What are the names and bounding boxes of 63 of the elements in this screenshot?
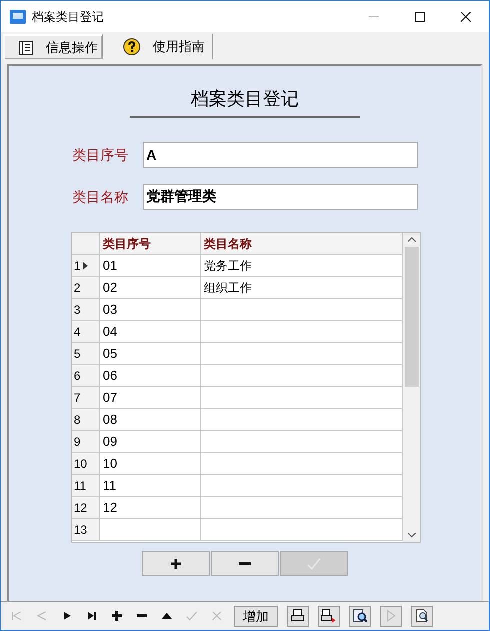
input-field[interactable]: A — [142, 142, 418, 168]
add-button[interactable]: 增加 — [234, 606, 278, 626]
toolbar-button[interactable] — [411, 606, 433, 626]
table-cell: 11 — [100, 475, 201, 496]
plus-icon — [171, 558, 181, 568]
form-heading: 档案类目登记 — [130, 86, 360, 118]
minus-icon — [239, 562, 251, 566]
column-header[interactable]: 类目名称 — [201, 233, 403, 254]
page-search-icon — [415, 609, 429, 623]
row-header[interactable]: 12 — [72, 497, 100, 518]
input-field[interactable]: 党群管理类 — [142, 184, 418, 210]
table-cell: 09 — [100, 431, 201, 452]
row-header[interactable]: 8 — [72, 409, 100, 430]
table-cell: 01 — [100, 255, 201, 276]
row-header[interactable]: 1 — [72, 255, 100, 276]
remove-row-button[interactable] — [211, 551, 279, 576]
row-header[interactable]: 9 — [72, 431, 100, 452]
row-header[interactable]: 7 — [72, 387, 100, 408]
table-cell: 03 — [100, 299, 201, 320]
app-icon — [10, 8, 26, 24]
scroll-up-icon — [408, 237, 416, 242]
row-header[interactable]: 10 — [72, 453, 100, 474]
row-header[interactable]: 6 — [72, 365, 100, 386]
row-header[interactable]: 11 — [72, 475, 100, 496]
checkmark-icon — [307, 558, 321, 570]
toolbar-button[interactable] — [349, 606, 371, 626]
column-header[interactable]: 类目序号 — [100, 233, 201, 254]
tab[interactable]: 使用指南 — [103, 34, 213, 59]
row-header[interactable]: 4 — [72, 321, 100, 342]
row-header[interactable]: 2 — [72, 277, 100, 298]
table-cell: 02 — [100, 277, 201, 298]
add-row-button[interactable] — [142, 551, 210, 576]
first-record-icon — [10, 609, 24, 623]
table-cell: 05 — [100, 343, 201, 364]
checkmark-icon — [185, 609, 199, 623]
window-title: 档案类目登记 — [32, 8, 104, 26]
book-icon — [18, 40, 34, 56]
toolbar-button[interactable] — [318, 606, 340, 626]
row-header[interactable]: 3 — [72, 299, 100, 320]
scroll-down-icon — [408, 533, 416, 538]
row-header[interactable]: 5 — [72, 343, 100, 364]
printer-icon — [291, 609, 305, 623]
field-label: 类目名称 — [72, 188, 130, 206]
printer-arrow-icon — [321, 609, 337, 623]
magnifier-page-icon — [352, 609, 368, 623]
table-cell: 08 — [100, 409, 201, 430]
field-label: 类目序号 — [72, 146, 130, 164]
help-icon — [123, 38, 141, 56]
table-cell: 06 — [100, 365, 201, 386]
table-cell: 12 — [100, 497, 201, 518]
previous-record-icon — [35, 609, 49, 623]
table-cell: 04 — [100, 321, 201, 342]
scrollbar[interactable] — [403, 233, 420, 542]
maximize-icon — [415, 12, 425, 22]
table-cell: 07 — [100, 387, 201, 408]
cross-icon — [210, 609, 224, 623]
row-header[interactable]: 13 — [72, 519, 100, 540]
tab[interactable]: 信息操作 — [3, 34, 103, 59]
plus-icon — [110, 609, 124, 623]
toolbar-button[interactable] — [287, 606, 309, 626]
table-cell: 10 — [100, 453, 201, 474]
last-record-icon — [85, 609, 99, 623]
close-icon — [461, 12, 471, 22]
